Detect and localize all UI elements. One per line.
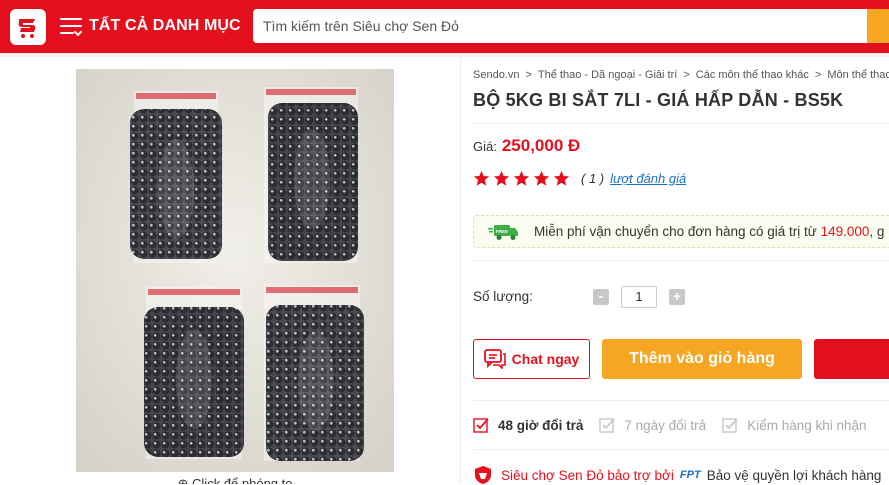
free-shipping-banner: FREE Miễn phí vận chuyển cho đơn hàng có… <box>473 215 889 248</box>
breadcrumb-item-sports[interactable]: Thể thao - Dã ngoại - Giải trí <box>538 69 677 81</box>
product-image[interactable] <box>76 69 394 472</box>
quantity-decrease-button[interactable]: - <box>593 289 609 305</box>
menu-icon <box>60 17 84 37</box>
rating-count: ( 1 ) <box>581 171 605 186</box>
product-gallery: ⊕ Click để phóng to <box>9 57 461 484</box>
all-categories-button[interactable]: TẤT CẢ DANH MỤC <box>60 14 241 38</box>
rating-row: ( 1 ) lượt đánh giá <box>473 170 686 187</box>
zoom-icon: ⊕ <box>177 476 193 484</box>
breadcrumb-item-home[interactable]: Sendo.vn <box>473 69 519 81</box>
fpt-logo: FPT <box>679 469 701 481</box>
checkbox-check-icon <box>599 418 616 433</box>
checkbox-check-icon <box>722 418 738 433</box>
chat-icon <box>483 349 506 369</box>
add-to-cart-button[interactable]: Thêm vào giỏ hàng <box>602 339 802 379</box>
breadcrumb-separator: > <box>683 69 690 81</box>
divider <box>473 400 889 401</box>
star-icon <box>493 170 510 186</box>
policy-label: 7 ngày đổi trả <box>624 417 707 433</box>
reviews-link[interactable]: lượt đánh giá <box>610 171 686 186</box>
divider <box>473 123 889 124</box>
product-price: 250,000 Đ <box>501 136 581 155</box>
breadcrumb-item-sport-category[interactable]: Môn thể thao k <box>827 69 889 81</box>
svg-text:FREE: FREE <box>496 229 508 234</box>
product-title: BỘ 5KG BI SẮT 7LI - GIÁ HẤP DẪN - BS5K <box>473 90 844 110</box>
free-shipping-amount: 149.000 <box>820 224 870 239</box>
price-label: Giá: <box>473 139 497 154</box>
sendo-logo[interactable] <box>10 9 46 45</box>
chat-now-label: Chat ngay <box>511 351 580 367</box>
product-photo-bags <box>76 69 394 472</box>
quantity-label: Số lượng: <box>473 289 533 304</box>
chat-now-button[interactable]: Chat ngay <box>473 339 590 379</box>
star-icon <box>553 170 570 186</box>
buy-now-button[interactable] <box>814 339 889 379</box>
top-header: TẤT CẢ DANH MỤC <box>0 0 889 53</box>
breadcrumb-item-other-sports[interactable]: Các môn thể thao khác <box>696 69 809 81</box>
sendo-logo-icon <box>18 19 36 38</box>
star-icon <box>513 170 530 186</box>
all-categories-label: TẤT CẢ DANH MỤC <box>89 17 241 34</box>
protection-suffix: Bảo vệ quyền lợi khách hàng <box>706 467 882 483</box>
search-bar <box>253 9 889 43</box>
divider <box>473 449 889 450</box>
search-button[interactable] <box>867 9 889 43</box>
free-shipping-text: Miễn phí vận chuyển cho đơn hàng có giá … <box>534 224 884 239</box>
quantity-input[interactable]: 1 <box>621 286 657 308</box>
price-row: Giá: 250,000 Đ <box>473 136 580 156</box>
quantity-increase-button[interactable]: + <box>669 289 685 305</box>
return-policies: 48 giờ đổi trả 7 ngày đổi trả Kiểm hàng … <box>473 417 883 433</box>
policy-inspect-on-delivery: Kiểm hàng khi nhận <box>722 417 867 433</box>
breadcrumb-separator: > <box>525 69 532 81</box>
zoom-hint[interactable]: ⊕ Click để phóng to <box>76 472 394 484</box>
checkbox-check-icon <box>473 418 489 433</box>
delivery-truck-icon: FREE <box>488 224 518 240</box>
breadcrumb: Sendo.vn > Thể thao - Dã ngoại - Giải trí >… <box>473 69 889 81</box>
shield-icon <box>475 466 491 484</box>
buyer-protection: Siêu chợ Sen Đỏ bảo trợ bởi FPT Bảo vệ q… <box>473 465 881 485</box>
policy-7day-return: 7 ngày đổi trả <box>599 417 706 433</box>
free-shipping-suffix: , g <box>869 224 885 239</box>
search-input[interactable] <box>263 18 863 34</box>
policy-48h-return: 48 giờ đổi trả <box>473 417 583 433</box>
protection-text: Siêu chợ Sen Đỏ bảo trợ bởi <box>501 467 674 483</box>
breadcrumb-separator: > <box>814 69 822 81</box>
policy-label: Kiểm hàng khi nhận <box>747 417 867 433</box>
product-info: Sendo.vn > Thể thao - Dã ngoại - Giải trí >… <box>473 57 889 484</box>
divider <box>473 260 889 261</box>
policy-label: 48 giờ đổi trả <box>498 417 584 433</box>
zoom-hint-label: Click để phóng to <box>192 476 293 484</box>
star-icon <box>533 170 550 186</box>
star-icon <box>473 170 490 186</box>
free-shipping-message: Miễn phí vận chuyển cho đơn hàng có giá … <box>534 224 821 239</box>
